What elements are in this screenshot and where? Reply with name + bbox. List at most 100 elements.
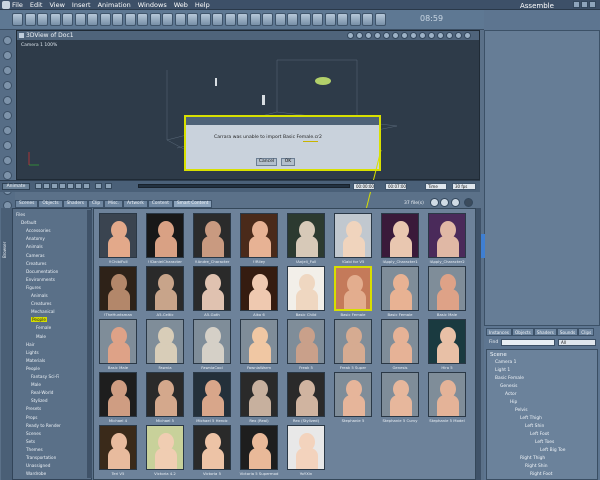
scene-tree-item[interactable]: Light 1 [495, 368, 510, 373]
view-list-button[interactable] [440, 198, 449, 207]
content-thumbnail[interactable]: Teri V5 [97, 424, 139, 480]
start-time-field[interactable]: 00:00:00 [353, 183, 375, 190]
options-button[interactable] [464, 198, 473, 207]
scene-tree-item[interactable]: Basic Female [495, 376, 524, 381]
animate-button[interactable]: Animate [2, 183, 30, 190]
scene-tab-objects[interactable]: Objects [512, 328, 534, 336]
play-button[interactable] [67, 183, 74, 189]
tree-item[interactable]: Materials [26, 358, 45, 363]
tree-item[interactable]: Transportation [26, 455, 56, 460]
scene-tree-item[interactable]: Right Shin [525, 464, 548, 469]
scene-tree-item[interactable]: Left Big Toe [540, 448, 565, 453]
content-thumbnail[interactable]: Rex (Real) [238, 371, 280, 428]
tree-item[interactable]: Wardrobe [26, 471, 46, 476]
scene-tab-sounds[interactable]: Sounds [556, 328, 579, 336]
view-icons-button[interactable] [430, 198, 439, 207]
tree-item[interactable]: Documentation [26, 269, 58, 274]
content-thumbnail[interactable]: !!ChibiFull [97, 212, 139, 269]
find-filter-select[interactable]: All [558, 339, 596, 346]
tree-item[interactable]: Male [36, 334, 46, 339]
content-thumbnail[interactable]: Victoria 5 [191, 424, 233, 480]
tab-clip[interactable]: Clip [88, 200, 105, 208]
tree-scrollbar[interactable] [87, 210, 92, 478]
tree-item[interactable]: Presets [26, 406, 41, 411]
tree-item[interactable]: Female [36, 325, 51, 330]
scene-tree-item[interactable]: Left Foot [530, 432, 549, 437]
stop-button[interactable] [59, 183, 66, 189]
tab-scenes[interactable]: Scenes [15, 200, 39, 208]
content-thumbnail[interactable]: FawniaCool [191, 318, 233, 375]
end-time-field[interactable]: 00:07:00 [385, 183, 407, 190]
tree-item[interactable]: Scenes [26, 431, 41, 436]
scene-tab-instances[interactable]: Instances [486, 328, 512, 336]
tree-item[interactable]: Ready to Render [26, 423, 61, 428]
tree-item[interactable]: Animals [26, 244, 43, 249]
scene-tab-shaders[interactable]: Shaders [533, 328, 557, 336]
content-thumbnail[interactable]: Aiko 6 [238, 265, 280, 322]
tree-item[interactable]: Fantasy Sci-Fi [31, 374, 59, 379]
go-start-button[interactable] [35, 183, 42, 189]
content-thumbnail[interactable]: !Anjeli_Full [285, 212, 327, 269]
fps-select[interactable]: 30 fps [452, 183, 476, 190]
tree-item[interactable]: Creatures [31, 301, 51, 306]
tree-item[interactable]: Animals [31, 293, 48, 298]
step-forward-button[interactable] [75, 183, 82, 189]
tree-item[interactable]: Accessories [26, 228, 51, 233]
tree-item[interactable]: Themes [26, 447, 43, 452]
tab-content[interactable]: Content [147, 200, 173, 208]
tree-item[interactable]: Real-World [31, 390, 53, 395]
scene-tree-item[interactable]: Right Thigh [520, 456, 545, 461]
tab-objects[interactable]: Objects [38, 200, 63, 208]
content-thumbnail[interactable]: Basic Child [285, 265, 327, 322]
tree-item[interactable]: People [26, 366, 40, 371]
tree-item[interactable]: Sets [26, 439, 35, 444]
scene-tree-item[interactable]: Left Toes [535, 440, 554, 445]
scene-tree-item[interactable]: Scene [490, 352, 507, 358]
tree-item[interactable]: Unassigned [26, 463, 50, 468]
scene-tree-item[interactable]: Pelvis [515, 408, 528, 413]
scene-tree-item[interactable]: Hip [510, 400, 517, 405]
content-thumbnail[interactable]: Genesis [379, 318, 421, 375]
tab-browser[interactable]: Browser [2, 218, 7, 258]
scene-tree-item[interactable]: Camera 1 [495, 360, 516, 365]
content-thumbnail[interactable]: !!Riley [238, 212, 280, 269]
play-back-button[interactable] [51, 183, 58, 189]
content-thumbnail[interactable]: Michael 5 Heroic [191, 371, 233, 428]
content-thumbnail[interactable]: Basic Male [426, 265, 468, 322]
content-thumbnail[interactable]: A5-Celtic [144, 265, 186, 322]
go-end-button[interactable] [83, 183, 90, 189]
content-thumbnail[interactable]: Victoria 5 Supermod [238, 424, 280, 480]
view-details-button[interactable] [451, 198, 460, 207]
tree-item[interactable]: Default [21, 220, 36, 225]
tree-item[interactable]: Mechanical [31, 309, 55, 314]
content-thumbnail[interactable]: !!Andre_Character [191, 212, 233, 269]
content-thumbnail[interactable]: !Apply_Character1 [379, 212, 421, 269]
loop-button[interactable] [95, 183, 102, 189]
content-thumbnail[interactable]: Fawnia [144, 318, 186, 375]
content-thumbnail[interactable]: Hiro 5 [426, 318, 468, 375]
time-unit-select[interactable]: Time [425, 183, 447, 190]
content-thumbnail[interactable]: !Gabi for V5 [332, 212, 374, 269]
tree-item[interactable]: Hair [26, 342, 35, 347]
scene-tree-item[interactable]: Left Shin [525, 424, 544, 429]
content-thumbnail[interactable]: FawniaWarm [238, 318, 280, 375]
content-thumbnail[interactable]: Basic Female [332, 265, 374, 322]
panel-splitter[interactable] [481, 234, 485, 258]
content-thumbnail[interactable]: !!DanielCharacter [144, 212, 186, 269]
tab-smart-content[interactable]: Smart Content [172, 200, 213, 208]
step-back-button[interactable] [43, 183, 50, 189]
content-thumbnail[interactable]: Stephanie 5 Curvy [379, 371, 421, 428]
content-thumbnail[interactable]: Michael 5 [144, 371, 186, 428]
scene-tab-clips[interactable]: Clips [578, 328, 595, 336]
tree-item[interactable]: Cameras [26, 253, 45, 258]
content-thumbnail[interactable]: Basic Male [97, 318, 139, 375]
content-thumbnail[interactable]: YoYXin [285, 424, 327, 480]
tree-item[interactable]: Creatures [26, 261, 46, 266]
scene-tree-item[interactable]: Right Foot [530, 472, 552, 477]
content-thumbnail[interactable]: !Apply_Character2 [426, 212, 468, 269]
content-thumbnail[interactable]: A5-Goth [191, 265, 233, 322]
scene-tree-item[interactable]: Left Thigh [520, 416, 542, 421]
content-thumbnail[interactable]: !TheHuntsman [97, 265, 139, 322]
tab-artwork[interactable]: Artwork [123, 200, 148, 208]
tree-item[interactable]: Male [31, 382, 41, 387]
